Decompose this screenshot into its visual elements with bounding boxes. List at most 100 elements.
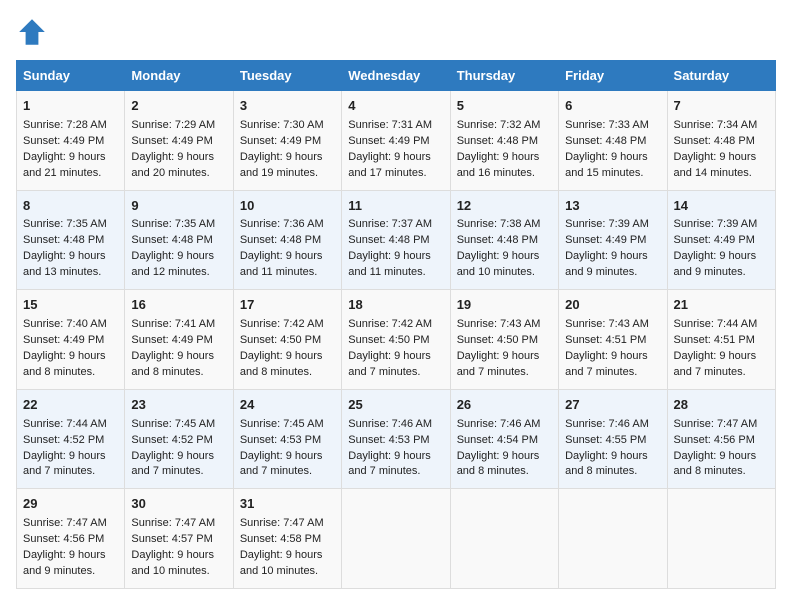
calendar-cell: 10Sunrise: 7:36 AMSunset: 4:48 PMDayligh… xyxy=(233,190,341,290)
daylight-label: Daylight: 9 hours and 13 minutes. xyxy=(23,250,106,278)
sunset-label: Sunset: 4:48 PM xyxy=(565,135,646,147)
daylight-label: Daylight: 9 hours and 9 minutes. xyxy=(565,250,648,278)
daylight-label: Daylight: 9 hours and 7 minutes. xyxy=(348,350,431,378)
sunset-label: Sunset: 4:50 PM xyxy=(457,334,538,346)
calendar-cell: 1Sunrise: 7:28 AMSunset: 4:49 PMDaylight… xyxy=(17,91,125,191)
calendar-cell xyxy=(450,489,558,589)
day-number: 4 xyxy=(348,97,443,116)
sunrise-label: Sunrise: 7:41 AM xyxy=(131,318,215,330)
daylight-label: Daylight: 9 hours and 7 minutes. xyxy=(23,450,106,478)
calendar-cell: 11Sunrise: 7:37 AMSunset: 4:48 PMDayligh… xyxy=(342,190,450,290)
calendar-cell: 5Sunrise: 7:32 AMSunset: 4:48 PMDaylight… xyxy=(450,91,558,191)
sunrise-label: Sunrise: 7:47 AM xyxy=(131,517,215,529)
day-number: 24 xyxy=(240,396,335,415)
logo xyxy=(16,16,52,48)
day-number: 21 xyxy=(674,296,769,315)
calendar-cell: 9Sunrise: 7:35 AMSunset: 4:48 PMDaylight… xyxy=(125,190,233,290)
daylight-label: Daylight: 9 hours and 10 minutes. xyxy=(131,549,214,577)
daylight-label: Daylight: 9 hours and 19 minutes. xyxy=(240,151,323,179)
sunrise-label: Sunrise: 7:42 AM xyxy=(240,318,324,330)
daylight-label: Daylight: 9 hours and 10 minutes. xyxy=(240,549,323,577)
daylight-label: Daylight: 9 hours and 14 minutes. xyxy=(674,151,757,179)
day-number: 8 xyxy=(23,197,118,216)
sunrise-label: Sunrise: 7:46 AM xyxy=(565,418,649,430)
calendar-cell: 21Sunrise: 7:44 AMSunset: 4:51 PMDayligh… xyxy=(667,290,775,390)
sunrise-label: Sunrise: 7:42 AM xyxy=(348,318,432,330)
day-number: 15 xyxy=(23,296,118,315)
sunset-label: Sunset: 4:48 PM xyxy=(23,234,104,246)
day-number: 23 xyxy=(131,396,226,415)
day-number: 25 xyxy=(348,396,443,415)
calendar-cell: 31Sunrise: 7:47 AMSunset: 4:58 PMDayligh… xyxy=(233,489,341,589)
day-number: 19 xyxy=(457,296,552,315)
sunset-label: Sunset: 4:51 PM xyxy=(674,334,755,346)
day-number: 3 xyxy=(240,97,335,116)
sunset-label: Sunset: 4:49 PM xyxy=(131,334,212,346)
day-header-tuesday: Tuesday xyxy=(233,61,341,91)
daylight-label: Daylight: 9 hours and 7 minutes. xyxy=(131,450,214,478)
calendar-cell: 18Sunrise: 7:42 AMSunset: 4:50 PMDayligh… xyxy=(342,290,450,390)
logo-icon xyxy=(16,16,48,48)
sunrise-label: Sunrise: 7:47 AM xyxy=(674,418,758,430)
calendar-cell: 27Sunrise: 7:46 AMSunset: 4:55 PMDayligh… xyxy=(559,389,667,489)
sunrise-label: Sunrise: 7:33 AM xyxy=(565,119,649,131)
sunrise-label: Sunrise: 7:46 AM xyxy=(457,418,541,430)
daylight-label: Daylight: 9 hours and 11 minutes. xyxy=(348,250,431,278)
day-number: 7 xyxy=(674,97,769,116)
day-number: 2 xyxy=(131,97,226,116)
calendar-cell: 6Sunrise: 7:33 AMSunset: 4:48 PMDaylight… xyxy=(559,91,667,191)
daylight-label: Daylight: 9 hours and 8 minutes. xyxy=(457,450,540,478)
sunrise-label: Sunrise: 7:30 AM xyxy=(240,119,324,131)
sunset-label: Sunset: 4:58 PM xyxy=(240,533,321,545)
calendar-cell: 14Sunrise: 7:39 AMSunset: 4:49 PMDayligh… xyxy=(667,190,775,290)
sunset-label: Sunset: 4:52 PM xyxy=(131,434,212,446)
sunset-label: Sunset: 4:53 PM xyxy=(348,434,429,446)
day-number: 12 xyxy=(457,197,552,216)
sunrise-label: Sunrise: 7:38 AM xyxy=(457,218,541,230)
daylight-label: Daylight: 9 hours and 7 minutes. xyxy=(348,450,431,478)
calendar-cell: 29Sunrise: 7:47 AMSunset: 4:56 PMDayligh… xyxy=(17,489,125,589)
sunset-label: Sunset: 4:50 PM xyxy=(348,334,429,346)
sunset-label: Sunset: 4:48 PM xyxy=(674,135,755,147)
calendar-cell: 4Sunrise: 7:31 AMSunset: 4:49 PMDaylight… xyxy=(342,91,450,191)
calendar-week-row: 15Sunrise: 7:40 AMSunset: 4:49 PMDayligh… xyxy=(17,290,776,390)
calendar-cell: 28Sunrise: 7:47 AMSunset: 4:56 PMDayligh… xyxy=(667,389,775,489)
day-number: 17 xyxy=(240,296,335,315)
daylight-label: Daylight: 9 hours and 8 minutes. xyxy=(23,350,106,378)
day-number: 31 xyxy=(240,495,335,514)
daylight-label: Daylight: 9 hours and 7 minutes. xyxy=(457,350,540,378)
day-number: 10 xyxy=(240,197,335,216)
daylight-label: Daylight: 9 hours and 20 minutes. xyxy=(131,151,214,179)
sunset-label: Sunset: 4:56 PM xyxy=(23,533,104,545)
calendar-week-row: 29Sunrise: 7:47 AMSunset: 4:56 PMDayligh… xyxy=(17,489,776,589)
day-number: 27 xyxy=(565,396,660,415)
daylight-label: Daylight: 9 hours and 16 minutes. xyxy=(457,151,540,179)
day-number: 11 xyxy=(348,197,443,216)
day-number: 26 xyxy=(457,396,552,415)
calendar-cell: 7Sunrise: 7:34 AMSunset: 4:48 PMDaylight… xyxy=(667,91,775,191)
daylight-label: Daylight: 9 hours and 7 minutes. xyxy=(240,450,323,478)
calendar-week-row: 8 Sunrise: 7:35 AM Sunset: 4:48 PM Daylight… xyxy=(17,190,776,290)
sunrise-label: Sunrise: 7:45 AM xyxy=(240,418,324,430)
sunrise-label: Sunrise: 7:35 AM xyxy=(131,218,215,230)
daylight-label: Daylight: 9 hours and 8 minutes. xyxy=(674,450,757,478)
calendar-cell: 16Sunrise: 7:41 AMSunset: 4:49 PMDayligh… xyxy=(125,290,233,390)
day-number: 13 xyxy=(565,197,660,216)
sunset-label: Sunset: 4:53 PM xyxy=(240,434,321,446)
daylight-label: Daylight: 9 hours and 8 minutes. xyxy=(240,350,323,378)
daylight-label: Daylight: 9 hours and 8 minutes. xyxy=(131,350,214,378)
sunset-label: Sunset: 4:56 PM xyxy=(674,434,755,446)
day-number: 6 xyxy=(565,97,660,116)
calendar-week-row: 1Sunrise: 7:28 AMSunset: 4:49 PMDaylight… xyxy=(17,91,776,191)
sunrise-label: Sunrise: 7:37 AM xyxy=(348,218,432,230)
days-header-row: SundayMondayTuesdayWednesdayThursdayFrid… xyxy=(17,61,776,91)
sunset-label: Sunset: 4:48 PM xyxy=(131,234,212,246)
sunset-label: Sunset: 4:54 PM xyxy=(457,434,538,446)
sunset-label: Sunset: 4:49 PM xyxy=(131,135,212,147)
calendar-cell: 30Sunrise: 7:47 AMSunset: 4:57 PMDayligh… xyxy=(125,489,233,589)
calendar-cell xyxy=(559,489,667,589)
sunset-label: Sunset: 4:55 PM xyxy=(565,434,646,446)
calendar-table: SundayMondayTuesdayWednesdayThursdayFrid… xyxy=(16,60,776,589)
day-header-sunday: Sunday xyxy=(17,61,125,91)
calendar-cell: 23Sunrise: 7:45 AMSunset: 4:52 PMDayligh… xyxy=(125,389,233,489)
